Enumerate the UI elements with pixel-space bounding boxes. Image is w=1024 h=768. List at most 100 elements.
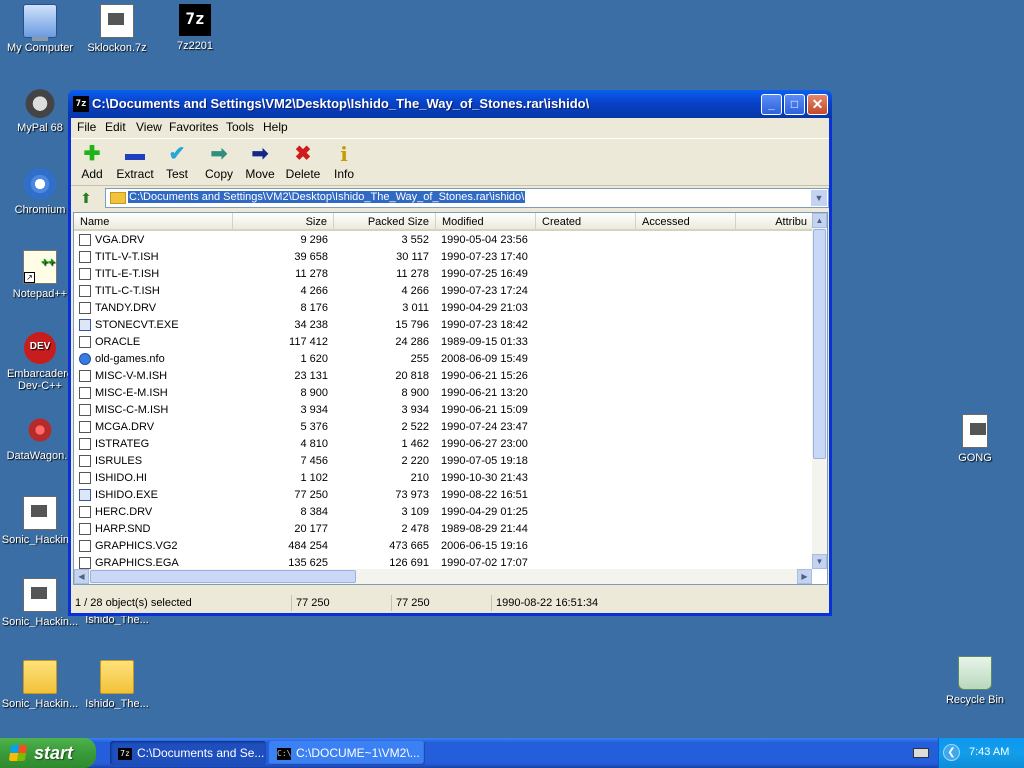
file-row[interactable]: MISC-E-M.ISH 8 900 8 900 1990-06-21 13:20	[74, 385, 814, 402]
archive-file-icon	[23, 578, 57, 612]
folder-icon	[110, 192, 126, 204]
desktop-icon-sklockon[interactable]: Sklockon.7z	[77, 4, 157, 54]
address-input[interactable]: C:\Documents and Settings\VM2\Desktop\Is…	[105, 188, 829, 208]
delete-button[interactable]: ✖ Delete	[280, 143, 326, 181]
document-file-icon	[79, 506, 91, 518]
copy-button[interactable]: ➡ Copy	[196, 143, 242, 181]
scroll-up-button[interactable]: ▲	[812, 213, 827, 228]
window-title: C:\Documents and Settings\VM2\Desktop\Is…	[92, 96, 590, 111]
maximize-button[interactable]: □	[784, 94, 805, 115]
file-row[interactable]: MISC-C-M.ISH 3 934 3 934 1990-06-21 15:09	[74, 402, 814, 419]
copy-arrow-icon: ➡	[210, 143, 228, 165]
file-modified: 1990-05-04 23:56	[441, 234, 528, 246]
file-packed-size: 255	[410, 353, 429, 365]
info-icon: i	[340, 142, 348, 166]
file-row[interactable]: TITL-E-T.ISH 11 278 11 278 1990-07-25 16:49	[74, 266, 814, 283]
show-hidden-icons-button[interactable]: ❮	[943, 744, 960, 761]
file-row[interactable]: HARP.SND 20 177 2 478 1989-08-29 21:44	[74, 521, 814, 538]
horizontal-scrollbar[interactable]: ◀ ▶	[74, 569, 812, 584]
column-header-created[interactable]: Created	[536, 213, 636, 231]
desktop-icon-my-computer[interactable]: My Computer	[0, 4, 80, 54]
desktop-icon-sonic-folder[interactable]: Sonic_Hackin...	[0, 660, 80, 710]
file-modified: 1989-09-15 01:33	[441, 336, 528, 348]
taskbar-button-7zip[interactable]: 7z C:\Documents and Se...	[110, 741, 266, 765]
scroll-down-button[interactable]: ▼	[812, 554, 827, 569]
file-row[interactable]: HERC.DRV 8 384 3 109 1990-04-29 01:25	[74, 504, 814, 521]
document-file-icon	[79, 251, 91, 263]
vertical-scroll-thumb[interactable]	[813, 229, 826, 459]
status-packed: 77 250	[391, 595, 430, 611]
file-name: TITL-E-T.ISH	[95, 268, 160, 280]
add-button[interactable]: ✚ Add	[69, 143, 115, 181]
chevron-down-icon[interactable]: ▼	[811, 190, 827, 206]
document-file-icon	[79, 404, 91, 416]
file-row[interactable]: GRAPHICS.VG2 484 254 473 665 2006-06-15 19:…	[74, 538, 814, 555]
vertical-scrollbar[interactable]: ▲ ▼	[812, 213, 827, 569]
clock[interactable]: 7:43 AM	[969, 746, 1009, 758]
desktop-icon-label: Ishido_The...	[85, 698, 149, 710]
file-row[interactable]: TITL-V-T.ISH 39 658 30 117 1990-07-23 17:40	[74, 249, 814, 266]
window-titlebar[interactable]: 7z C:\Documents and Settings\VM2\Desktop…	[68, 90, 832, 118]
file-packed-size: 3 934	[401, 404, 429, 416]
file-row[interactable]: MISC-V-M.ISH 23 131 20 818 1990-06-21 15:26	[74, 368, 814, 385]
file-name: GRAPHICS.EGA	[95, 557, 179, 569]
file-row[interactable]: TITL-C-T.ISH 4 266 4 266 1990-07-23 17:24	[74, 283, 814, 300]
desktop-icon-label: Sklockon.7z	[87, 42, 147, 54]
scroll-right-button[interactable]: ▶	[797, 569, 812, 584]
column-header-accessed[interactable]: Accessed	[636, 213, 736, 231]
file-packed-size: 11 278	[396, 268, 429, 280]
desktop-icon-label: Sonic_Hackin...	[1, 616, 79, 628]
scroll-left-button[interactable]: ◀	[74, 569, 89, 584]
desktop-icon-ishido-folder[interactable]: Ishido_The...	[77, 660, 157, 710]
menu-tools[interactable]: Tools	[226, 120, 254, 134]
file-modified: 1990-10-30 21:43	[441, 472, 528, 484]
desktop-icon-gong[interactable]: GONG	[935, 414, 1015, 464]
test-button[interactable]: ✔ Test	[154, 143, 200, 181]
file-name: HARP.SND	[95, 523, 151, 535]
keyboard-icon[interactable]	[913, 748, 929, 758]
info-button[interactable]: i Info	[321, 143, 367, 181]
menu-favorites[interactable]: Favorites	[169, 120, 218, 134]
file-list: Name Size Packed Size Modified Created A…	[73, 212, 828, 585]
column-header-name[interactable]: Name	[74, 213, 233, 231]
file-modified: 1990-06-21 15:26	[441, 370, 528, 382]
file-row[interactable]: ISHIDO.EXE 77 250 73 973 1990-08-22 16:51	[74, 487, 814, 504]
file-size: 8 384	[300, 506, 328, 518]
document-file-icon	[79, 421, 91, 433]
file-row[interactable]: ISTRATEG 4 810 1 462 1990-06-27 23:00	[74, 436, 814, 453]
column-header-modified[interactable]: Modified	[436, 213, 536, 231]
menu-edit[interactable]: Edit	[105, 120, 126, 134]
file-row[interactable]: MCGA.DRV 5 376 2 522 1990-07-24 23:47	[74, 419, 814, 436]
column-header-size[interactable]: Size	[233, 213, 334, 231]
taskbar-button-cmd[interactable]: C:\ C:\DOCUME~1\VM2\...	[269, 741, 425, 765]
file-packed-size: 2 478	[401, 523, 429, 535]
7zip-icon: 7z	[179, 4, 211, 36]
menu-help[interactable]: Help	[263, 120, 288, 134]
up-folder-button[interactable]: ⬆	[77, 189, 95, 207]
column-header-packed-size[interactable]: Packed Size	[334, 213, 436, 231]
file-row[interactable]: STONECVT.EXE 34 238 15 796 1990-07-23 18:42	[74, 317, 814, 334]
file-row[interactable]: ISRULES 7 456 2 220 1990-07-05 19:18	[74, 453, 814, 470]
file-row[interactable]: ORACLE 117 412 24 286 1989-09-15 01:33	[74, 334, 814, 351]
column-header-attributes[interactable]: Attribu	[736, 213, 814, 231]
horizontal-scroll-thumb[interactable]	[90, 570, 356, 583]
file-row[interactable]: ISHIDO.HI 1 102 210 1990-10-30 21:43	[74, 470, 814, 487]
desktop-icon-recycle-bin[interactable]: Recycle Bin	[935, 656, 1015, 706]
desktop-icon-label: Recycle Bin	[945, 694, 1005, 706]
minus-icon: ▬	[125, 143, 145, 165]
file-modified: 1990-07-23 17:24	[441, 285, 528, 297]
move-button[interactable]: ➡ Move	[237, 143, 283, 181]
status-selection: 1 / 28 object(s) selected	[75, 597, 192, 609]
desktop-icon-7z2201[interactable]: 7z 7z2201	[155, 4, 235, 52]
close-button[interactable]: ✕	[807, 94, 828, 115]
minimize-button[interactable]: _	[761, 94, 782, 115]
file-row[interactable]: TANDY.DRV 8 176 3 011 1990-04-29 21:03	[74, 300, 814, 317]
menu-view[interactable]: View	[136, 120, 162, 134]
menu-file[interactable]: File	[77, 120, 96, 134]
7zip-file-manager-window: 7z C:\Documents and Settings\VM2\Desktop…	[68, 90, 832, 616]
file-row[interactable]: old-games.nfo 1 620 255 2008-06-09 15:49	[74, 351, 814, 368]
start-button[interactable]: start	[0, 738, 96, 768]
console-icon: C:\	[277, 747, 292, 760]
file-row[interactable]: VGA.DRV 9 296 3 552 1990-05-04 23:56	[74, 232, 814, 249]
extract-button[interactable]: ▬ Extract	[112, 143, 158, 181]
